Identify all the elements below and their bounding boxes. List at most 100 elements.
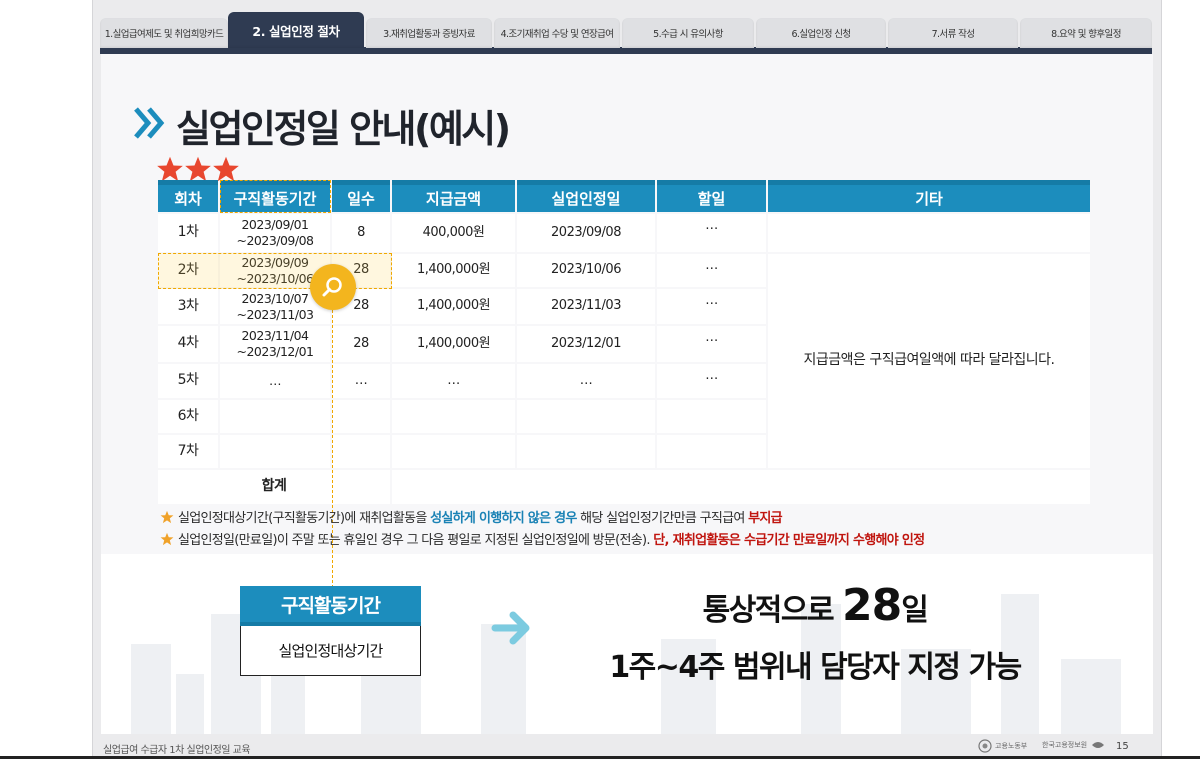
header-period: 구직활동기간 <box>220 180 330 212</box>
cell-days <box>332 435 390 468</box>
tab-2[interactable]: 2. 실업인정 절차 <box>228 12 364 48</box>
double-chevron-icon <box>134 107 165 139</box>
keis-emblem-icon <box>1092 742 1105 748</box>
cell-amount: 1,400,000원 <box>392 254 515 287</box>
cell-todo: … <box>657 214 766 252</box>
cell-date: 2023/09/08 <box>517 214 655 252</box>
note-line-1: 실업인정대상기간(구직활동기간)에 재취업활동을 성실하게 이행하지 않은 경우… <box>160 507 783 526</box>
header-date: 실업인정일 <box>517 180 655 212</box>
cell-todo: … <box>657 326 766 362</box>
total-label: 합계 <box>158 470 390 504</box>
importance-stars <box>156 155 240 183</box>
tab-bar-underline <box>100 47 1152 54</box>
cell-days: 28 <box>332 326 390 362</box>
cell-amount: 1,400,000원 <box>392 326 515 362</box>
star-icon <box>185 156 211 182</box>
cell-etc-empty <box>768 214 1090 252</box>
period-start: 2023/11/04 <box>241 328 309 344</box>
note-segment: 실업인정대상기간(구직활동기간)에 재취업활동을 <box>178 511 431 526</box>
note-segment: 해당 실업인정기간만큼 구직급여 <box>576 511 749 526</box>
cell-days: … <box>332 364 390 398</box>
cell-todo <box>657 400 766 433</box>
headline-suffix: 일 <box>901 593 929 628</box>
cell-amount <box>392 435 515 468</box>
cell-amount: 400,000원 <box>392 214 515 252</box>
cell-todo <box>657 435 766 468</box>
cell-period: 2023/11/04 ~2023/12/01 <box>220 326 330 362</box>
header-days: 일수 <box>332 180 390 212</box>
cell-round: 7차 <box>158 435 218 468</box>
footer-course-title: 실업급여 수급자 1차 실업인정일 교육 <box>103 745 251 756</box>
cell-date: … <box>517 364 655 398</box>
magnifier-glyph <box>322 277 342 297</box>
keis-name: 한국고용정보원 <box>1042 741 1088 749</box>
recognition-period-label: 실업인정대상기간 <box>240 626 421 676</box>
cell-date: 2023/11/03 <box>517 289 655 324</box>
tab-5[interactable]: 5.수급 시 유의사항 <box>622 18 754 48</box>
cell-period <box>220 435 330 468</box>
slide-page: 1.실업급여제도 및 취업희망카드 2. 실업인정 절차 3.재취업활동과 증빙자료… <box>0 0 1200 759</box>
period-start: 2023/09/01 <box>241 217 309 233</box>
headline-prefix: 통상적으로 <box>702 593 843 628</box>
cell-round: 4차 <box>158 326 218 362</box>
tab-3[interactable]: 3.재취업활동과 증빙자료 <box>366 18 492 48</box>
note-segment: 단, 재취업활동은 수급기간 만료일까지 수행해야 인정 <box>653 533 925 548</box>
tab-8[interactable]: 8.요약 및 향후일정 <box>1020 18 1152 48</box>
cell-todo: … <box>657 289 766 324</box>
headline-range: 1주~4주 범위내 담당자 지정 가능 <box>609 650 1022 685</box>
headline-number: 28 <box>842 580 902 631</box>
header-round: 회차 <box>158 180 218 212</box>
cell-round: 5차 <box>158 364 218 398</box>
cell-days <box>332 400 390 433</box>
note-segment: 부지급 <box>748 511 782 526</box>
cell-period: 2023/09/01 ~2023/09/08 <box>220 214 330 252</box>
cell-days: 8 <box>332 214 390 252</box>
cell-date <box>517 400 655 433</box>
header-amount: 지급금액 <box>392 180 515 212</box>
period-end: ~2023/10/06 <box>236 270 314 286</box>
cell-amount: 1,400,000원 <box>392 289 515 324</box>
cell-round: 3차 <box>158 289 218 324</box>
period-start: 2023/09/09 <box>241 254 309 270</box>
star-icon <box>160 532 174 545</box>
ministry-name: 고용노동부 <box>995 742 1028 750</box>
cell-round: 1차 <box>158 214 218 252</box>
ministry-emblem-icon <box>978 739 992 753</box>
cell-date <box>517 435 655 468</box>
cell-date: 2023/12/01 <box>517 326 655 362</box>
header-etc: 기타 <box>768 180 1090 212</box>
tab-7[interactable]: 7.서류 작성 <box>888 18 1018 48</box>
period-end: ~2023/12/01 <box>236 344 314 359</box>
job-search-period-label: 구직활동기간 <box>240 586 421 626</box>
right-arrow-icon <box>491 611 530 645</box>
period-end: ~2023/09/08 <box>236 233 314 248</box>
page-title: 실업인정일 안내(예시) <box>176 107 511 151</box>
star-icon <box>213 156 239 182</box>
keis-logo: 한국고용정보원 <box>1042 739 1106 751</box>
header-todo: 할일 <box>657 180 766 212</box>
headline-typical-days: 통상적으로 28일 <box>570 580 1060 631</box>
star-icon <box>157 156 183 182</box>
payment-note: 지급금액은 구직급여일액에 따라 달라집니다. <box>768 254 1090 468</box>
magnifier-icon <box>310 264 356 310</box>
tab-4[interactable]: 4.조기재취업 수당 및 연장급여 <box>494 18 620 48</box>
cell-round: 2차 <box>158 254 218 287</box>
recognition-schedule-table: 회차 구직활동기간 일수 지급금액 실업인정일 할일 기타 1차 2023/09/01 ~2023… <box>158 180 1090 504</box>
note-line-2: 실업인정일(만료일)이 주말 또는 휴일인 경우 그 다음 평일로 지정된 실업… <box>160 529 925 548</box>
cell-amount: … <box>392 364 515 398</box>
cell-round: 6차 <box>158 400 218 433</box>
cell-amount <box>392 400 515 433</box>
tab-1[interactable]: 1.실업급여제도 및 취업희망카드 <box>100 18 228 48</box>
tab-6[interactable]: 6.실업인정 신청 <box>756 18 886 48</box>
period-start: 2023/10/07 <box>241 290 309 306</box>
chapter-tabs: 1.실업급여제도 및 취업희망카드 2. 실업인정 절차 3.재취업활동과 증빙자료… <box>100 12 1152 48</box>
total-value <box>392 470 1090 504</box>
star-icon <box>160 510 174 523</box>
cell-todo: … <box>657 364 766 398</box>
note-segment: 성실하게 이행하지 않은 경우 <box>430 511 577 526</box>
period-start: … <box>269 373 282 389</box>
cell-period: … <box>220 364 330 398</box>
period-end: ~2023/11/03 <box>236 306 314 322</box>
page-number: 15 <box>1116 741 1129 752</box>
ministry-logo: 고용노동부 <box>978 739 1027 753</box>
